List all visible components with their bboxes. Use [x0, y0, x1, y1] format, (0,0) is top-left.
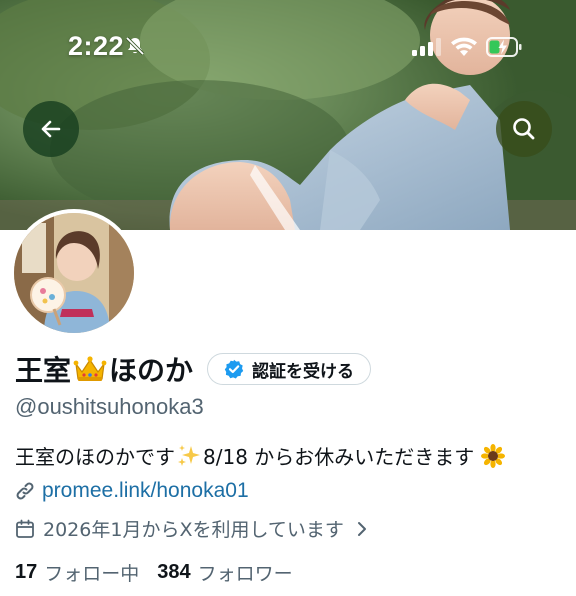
- following-link[interactable]: 17 フォロー中: [15, 559, 139, 586]
- cellular-signal-icon: [412, 38, 441, 56]
- crown-icon: [73, 356, 107, 381]
- search-icon: [513, 118, 535, 140]
- verified-badge-icon: [224, 359, 244, 379]
- website-link[interactable]: promee.link/honoka01: [14, 479, 249, 503]
- link-icon: [16, 482, 34, 500]
- join-date-text: 2026年1月からXを利用しています: [43, 519, 344, 541]
- avatar[interactable]: [10, 209, 138, 337]
- sunflower-icon: [481, 443, 506, 468]
- display-name: 王室 ほのか: [15, 349, 193, 389]
- wifi-icon: [451, 37, 477, 56]
- bell-muted-icon: [125, 36, 145, 56]
- get-verified-button[interactable]: 認証を受ける: [207, 353, 372, 385]
- get-verified-label: 認証を受ける: [252, 361, 355, 382]
- back-button[interactable]: [23, 101, 79, 157]
- chevron-right-icon: [357, 521, 366, 536]
- avatar-photo: [14, 213, 134, 333]
- profile-screen: 2:22 王室 ほのか 認証を受ける @oushitsuhonoka3 王室のほ…: [0, 0, 576, 596]
- name-row: 王室 ほのか 認証を受ける: [15, 349, 372, 389]
- status-time: 2:22: [68, 31, 125, 61]
- join-date-row[interactable]: 2026年1月からXを利用しています: [14, 515, 369, 542]
- website-link-text[interactable]: promee.link/honoka01: [42, 479, 249, 503]
- status-bar: 2:22: [0, 0, 576, 94]
- search-button[interactable]: [496, 101, 552, 157]
- battery-charging-icon: [486, 37, 522, 57]
- follow-stats: 17 フォロー中 384 フォロワー: [15, 559, 293, 586]
- followers-count: 384: [157, 561, 191, 583]
- arrow-left-icon: [41, 120, 61, 138]
- followers-link[interactable]: 384 フォロワー: [157, 559, 292, 586]
- username-handle: @oushitsuhonoka3: [15, 394, 204, 419]
- following-count: 17: [15, 561, 38, 583]
- calendar-icon: [16, 519, 34, 538]
- following-label: フォロー中: [44, 563, 140, 585]
- display-name-prefix: 王室: [15, 354, 72, 387]
- display-name-suffix: ほのか: [109, 354, 194, 387]
- bio-text-2: 8/18 からお休みいただきます: [203, 445, 475, 469]
- bio: 王室のほのかです 8/18 からお休みいただきます: [15, 441, 506, 470]
- sparkles-icon: [178, 444, 200, 466]
- bio-text-1: 王室のほのかです: [15, 445, 175, 469]
- followers-label: フォロワー: [197, 563, 293, 585]
